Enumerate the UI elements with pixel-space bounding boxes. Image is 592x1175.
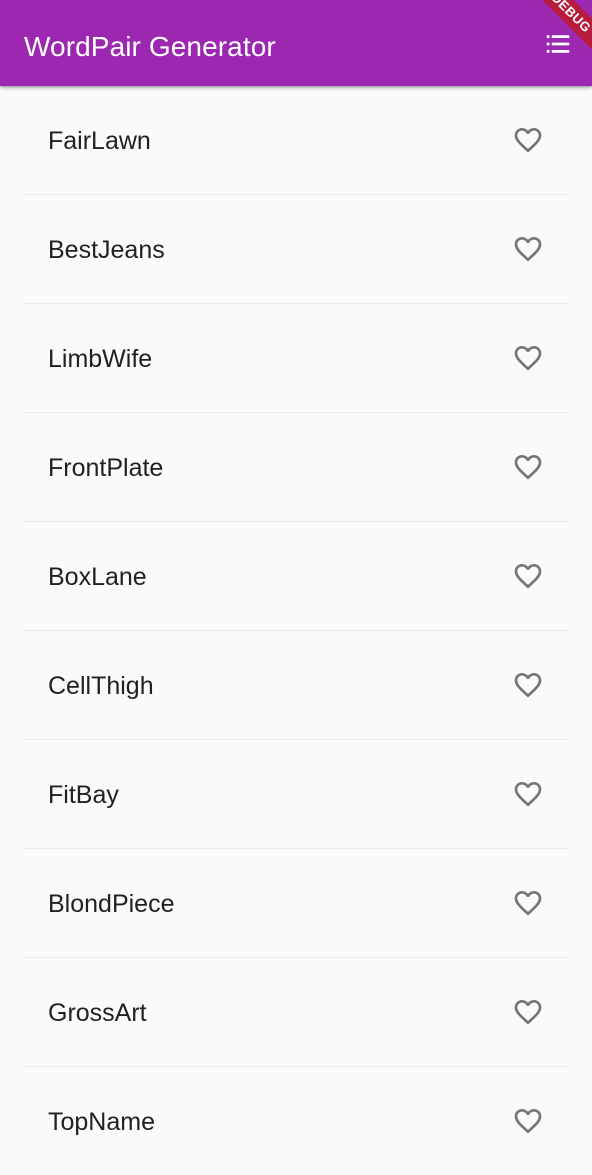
word-pair-label: CellThigh	[48, 671, 154, 700]
heart-outline-icon[interactable]	[512, 451, 544, 483]
heart-outline-icon[interactable]	[512, 560, 544, 592]
word-pair-label: BoxLane	[48, 562, 147, 591]
list-item[interactable]: FairLawn	[0, 86, 592, 194]
heart-outline-icon[interactable]	[512, 887, 544, 919]
heart-outline-icon[interactable]	[512, 996, 544, 1028]
list-item[interactable]: TopName	[0, 1067, 592, 1175]
word-pair-label: LimbWife	[48, 344, 153, 373]
heart-outline-icon[interactable]	[512, 1105, 544, 1137]
word-pair-label: GrossArt	[48, 998, 147, 1027]
list-item[interactable]: BlondPiece	[0, 849, 592, 957]
word-pair-label: BlondPiece	[48, 889, 175, 918]
heart-outline-icon[interactable]	[512, 233, 544, 265]
heart-outline-icon[interactable]	[512, 778, 544, 810]
heart-outline-icon[interactable]	[512, 342, 544, 374]
word-pair-label: TopName	[48, 1107, 155, 1136]
list-item[interactable]: FitBay	[0, 740, 592, 848]
app-title: WordPair Generator	[24, 31, 276, 62]
word-pair-label: FitBay	[48, 780, 119, 809]
word-pair-list: FairLawn BestJeans LimbWife FrontPlate BoxLa…	[0, 86, 592, 1175]
list-item[interactable]: BoxLane	[0, 522, 592, 630]
word-pair-label: FrontPlate	[48, 453, 164, 482]
list-icon	[546, 35, 570, 53]
list-item[interactable]: BestJeans	[0, 195, 592, 303]
list-item[interactable]: FrontPlate	[0, 413, 592, 521]
list-item[interactable]: GrossArt	[0, 958, 592, 1066]
heart-outline-icon[interactable]	[512, 669, 544, 701]
heart-outline-icon[interactable]	[512, 124, 544, 156]
list-item[interactable]: CellThigh	[0, 631, 592, 739]
app-bar: WordPair Generator DEBUG	[0, 0, 592, 86]
list-item[interactable]: LimbWife	[0, 304, 592, 412]
word-pair-label: FairLawn	[48, 126, 151, 155]
word-pair-label: BestJeans	[48, 235, 165, 264]
